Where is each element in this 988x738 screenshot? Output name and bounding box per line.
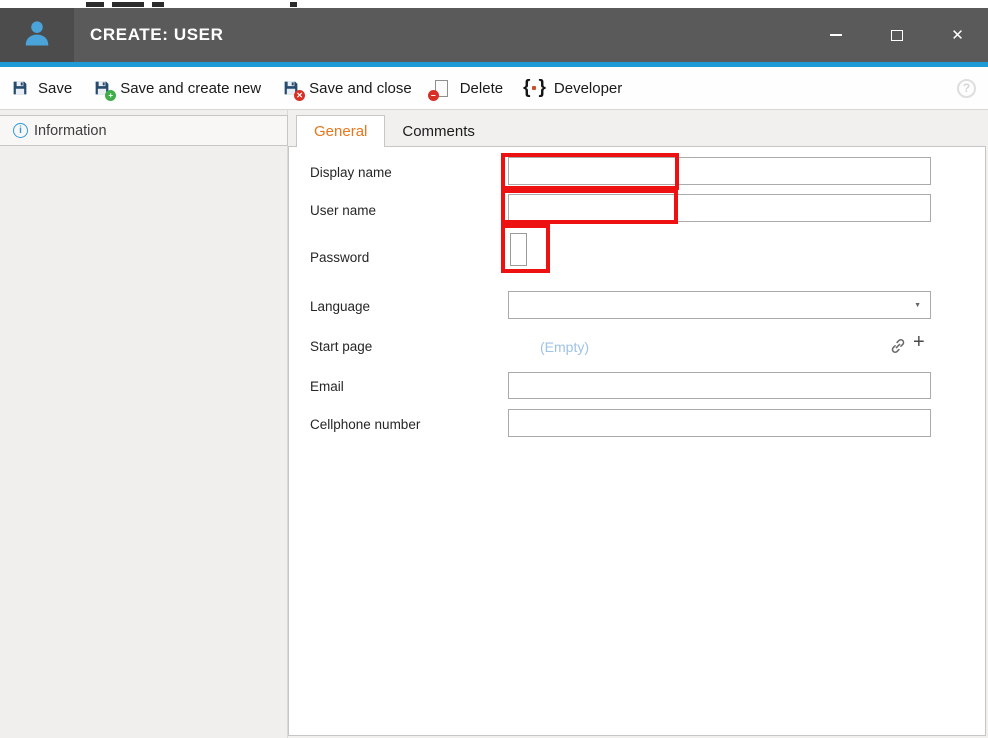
- create-user-window: CREATE: USER ✕ Save: [0, 0, 988, 738]
- help-button[interactable]: ?: [957, 79, 976, 98]
- help-icon: ?: [963, 81, 970, 95]
- person-icon: [22, 18, 52, 53]
- titlebar: CREATE: USER ✕: [0, 8, 988, 62]
- add-start-page-button[interactable]: +: [913, 332, 925, 352]
- start-page-label: Start page: [310, 339, 372, 354]
- developer-icon: { }: [523, 77, 546, 99]
- close-icon: ✕: [951, 28, 964, 43]
- info-icon: i: [13, 123, 28, 138]
- plus-badge-icon: +: [105, 90, 116, 101]
- window-icon-area: [0, 8, 74, 62]
- general-tab-content: Display name User name Password Language…: [288, 146, 986, 736]
- save-icon: [10, 78, 30, 98]
- brace-close: }: [538, 77, 545, 99]
- brace-open: {: [523, 77, 530, 99]
- tab-comments[interactable]: Comments: [385, 116, 492, 147]
- minimize-icon: [830, 34, 842, 36]
- display-name-input[interactable]: [508, 157, 931, 185]
- window-body: i Information General Comments Display n…: [0, 110, 988, 738]
- close-button[interactable]: ✕: [927, 8, 988, 62]
- tab-general[interactable]: General: [296, 115, 385, 147]
- user-name-label: User name: [310, 203, 376, 218]
- save-and-close-icon: ✕: [281, 78, 301, 98]
- developer-label: Developer: [554, 80, 622, 97]
- email-label: Email: [310, 379, 344, 394]
- cellphone-label: Cellphone number: [310, 417, 420, 432]
- chevron-down-icon: ▼: [914, 302, 921, 309]
- developer-button[interactable]: { } Developer: [523, 77, 622, 99]
- save-label: Save: [38, 80, 72, 97]
- close-badge-icon: ✕: [294, 90, 305, 101]
- language-dropdown[interactable]: ▼: [508, 291, 931, 319]
- start-page-value: (Empty): [540, 339, 589, 355]
- developer-dot: [532, 86, 536, 90]
- save-button[interactable]: Save: [10, 78, 72, 98]
- minimize-button[interactable]: [805, 8, 866, 62]
- window-controls: ✕: [805, 8, 988, 62]
- toolbar: Save + Save and create new: [0, 67, 988, 110]
- tab-strip: General Comments: [288, 110, 492, 147]
- save-and-close-label: Save and close: [309, 80, 412, 97]
- display-name-label: Display name: [310, 165, 392, 180]
- background-text-fragment: [290, 2, 297, 7]
- user-name-input[interactable]: [508, 194, 931, 222]
- window-title: CREATE: USER: [90, 8, 223, 62]
- save-and-create-new-icon: +: [92, 78, 112, 98]
- tab-general-label: General: [314, 123, 367, 140]
- password-label: Password: [310, 250, 369, 265]
- delete-button[interactable]: – Delete: [432, 78, 503, 98]
- save-and-close-button[interactable]: ✕ Save and close: [281, 78, 412, 98]
- sidebar-tab-information[interactable]: i Information: [0, 115, 288, 146]
- save-and-create-new-button[interactable]: + Save and create new: [92, 78, 261, 98]
- background-text-fragment: [86, 2, 104, 7]
- language-label: Language: [310, 299, 370, 314]
- background-window-edge: [0, 0, 988, 8]
- link-icon[interactable]: [889, 337, 907, 355]
- delete-label: Delete: [460, 80, 503, 97]
- information-tab-label: Information: [34, 123, 107, 139]
- email-input[interactable]: [508, 372, 931, 399]
- sidebar: i Information: [0, 110, 288, 738]
- password-input[interactable]: [510, 233, 527, 266]
- minus-badge-icon: –: [428, 90, 439, 101]
- main-panel: General Comments Display name User name …: [288, 110, 988, 738]
- tab-comments-label: Comments: [402, 123, 475, 140]
- delete-icon: –: [432, 78, 452, 98]
- maximize-icon: [891, 30, 903, 41]
- cellphone-input[interactable]: [508, 409, 931, 437]
- background-text-fragment: [152, 2, 164, 7]
- maximize-button[interactable]: [866, 8, 927, 62]
- save-and-create-new-label: Save and create new: [120, 80, 261, 97]
- background-text-fragment: [112, 2, 144, 7]
